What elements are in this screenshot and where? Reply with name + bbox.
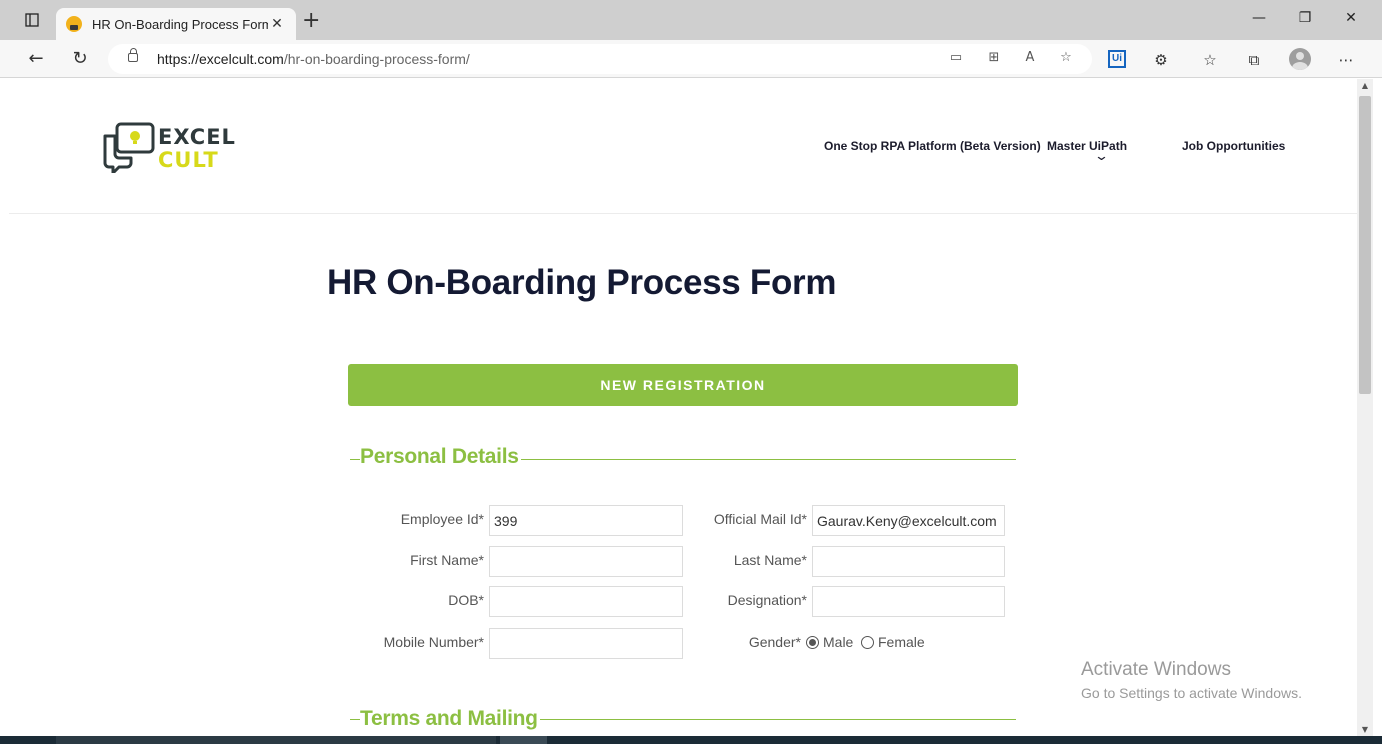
address-bar[interactable]: https://excelcult.com/hr-on-boarding-pro… — [108, 44, 1092, 74]
terms-mailing-heading: Terms and Mailing — [360, 707, 540, 731]
uipath-extension-icon[interactable]: Ui — [1108, 50, 1126, 68]
vertical-scrollbar[interactable]: ▲ ▼ — [1357, 79, 1373, 736]
gender-male-radio[interactable] — [806, 636, 819, 649]
last-name-field[interactable] — [812, 546, 1005, 577]
browser-tab-bar: HR On-Boarding Process Form – ✕ + — ❐ ✕ — [0, 0, 1382, 40]
gender-label: Gender* — [748, 634, 801, 650]
minimize-icon[interactable]: — — [1244, 10, 1274, 32]
restore-icon[interactable]: ❐ — [1290, 10, 1320, 32]
logo-text-cult: CULT — [158, 148, 219, 172]
personal-details-heading: Personal Details — [360, 445, 521, 469]
nav-master-uipath[interactable]: Master UiPath — [1047, 139, 1127, 153]
last-name-label: Last Name* — [733, 552, 807, 568]
gender-female-radio[interactable] — [861, 636, 874, 649]
activate-windows-subtitle: Go to Settings to activate Windows. — [1081, 685, 1302, 701]
mobile-number-label: Mobile Number* — [383, 634, 484, 650]
scroll-up-icon[interactable]: ▲ — [1357, 81, 1373, 90]
official-mail-field[interactable] — [812, 505, 1005, 536]
official-mail-label: Official Mail Id* — [713, 511, 807, 527]
tab-actions-icon[interactable] — [20, 8, 44, 32]
gender-female-label[interactable]: Female — [878, 634, 925, 650]
site-header: EXCEL CULT One Stop RPA Platform (Beta V… — [9, 79, 1357, 214]
chevron-down-icon[interactable]: ⌄ — [1094, 149, 1109, 164]
employee-id-label: Employee Id* — [400, 511, 484, 527]
refresh-icon[interactable]: ↻ — [68, 47, 92, 71]
excelcult-logo[interactable]: EXCEL CULT — [101, 121, 241, 173]
taskbar-search[interactable] — [56, 736, 496, 744]
new-registration-button[interactable]: NEW REGISTRATION — [348, 364, 1018, 406]
lock-icon[interactable] — [128, 48, 138, 62]
web-page: EXCEL CULT One Stop RPA Platform (Beta V… — [9, 79, 1357, 736]
qr-code-icon[interactable]: ⊞ — [984, 50, 1004, 68]
collections-icon[interactable]: ⧉ — [1243, 49, 1265, 71]
scroll-down-icon[interactable]: ▼ — [1357, 725, 1373, 734]
gender-male-label[interactable]: Male — [823, 634, 853, 650]
new-tab-icon[interactable]: + — [302, 10, 320, 32]
url-path: /hr-on-boarding-process-form/ — [283, 51, 470, 67]
url-host: https://excelcult.com — [157, 51, 284, 67]
back-icon[interactable]: ← — [24, 47, 48, 71]
app-available-icon[interactable]: ▭ — [946, 50, 966, 68]
add-favorite-icon[interactable]: ☆ — [1056, 50, 1076, 68]
dob-label: DOB* — [448, 592, 484, 608]
taskbar-app[interactable] — [500, 736, 547, 744]
tab-close-icon[interactable]: ✕ — [268, 16, 286, 32]
nav-job-opportunities[interactable]: Job Opportunities — [1182, 139, 1285, 153]
dob-field[interactable] — [489, 586, 683, 617]
nav-rpa-platform[interactable]: One Stop RPA Platform (Beta Version) — [824, 139, 1041, 153]
favorites-icon[interactable]: ☆ — [1199, 49, 1221, 71]
window-close-icon[interactable]: ✕ — [1336, 10, 1366, 32]
mobile-number-field[interactable] — [489, 628, 683, 659]
activate-windows-title: Activate Windows — [1081, 659, 1231, 680]
scrollbar-thumb[interactable] — [1359, 96, 1371, 394]
designation-field[interactable] — [812, 586, 1005, 617]
url-text[interactable]: https://excelcult.com/hr-on-boarding-pro… — [157, 51, 470, 67]
designation-label: Designation* — [727, 592, 807, 608]
excelcult-favicon-icon — [66, 16, 82, 32]
read-aloud-icon[interactable]: A — [1020, 50, 1040, 68]
employee-id-field[interactable] — [489, 505, 683, 536]
profile-avatar[interactable] — [1289, 48, 1311, 70]
browser-tab-active[interactable]: HR On-Boarding Process Form – ✕ — [56, 8, 296, 40]
logo-text-excel: EXCEL — [158, 125, 236, 149]
tab-title: HR On-Boarding Process Form – — [92, 16, 268, 32]
extensions-icon[interactable]: ⚙ — [1150, 49, 1172, 71]
logo-speech-bubble-icon — [103, 122, 155, 173]
page-title: HR On-Boarding Process Form — [327, 263, 837, 302]
first-name-label: First Name* — [410, 552, 484, 568]
browser-toolbar: ← ↻ https://excelcult.com/hr-on-boarding… — [0, 40, 1382, 78]
more-options-icon[interactable]: ⋯ — [1335, 49, 1357, 71]
windows-taskbar — [0, 736, 1382, 744]
first-name-field[interactable] — [489, 546, 683, 577]
